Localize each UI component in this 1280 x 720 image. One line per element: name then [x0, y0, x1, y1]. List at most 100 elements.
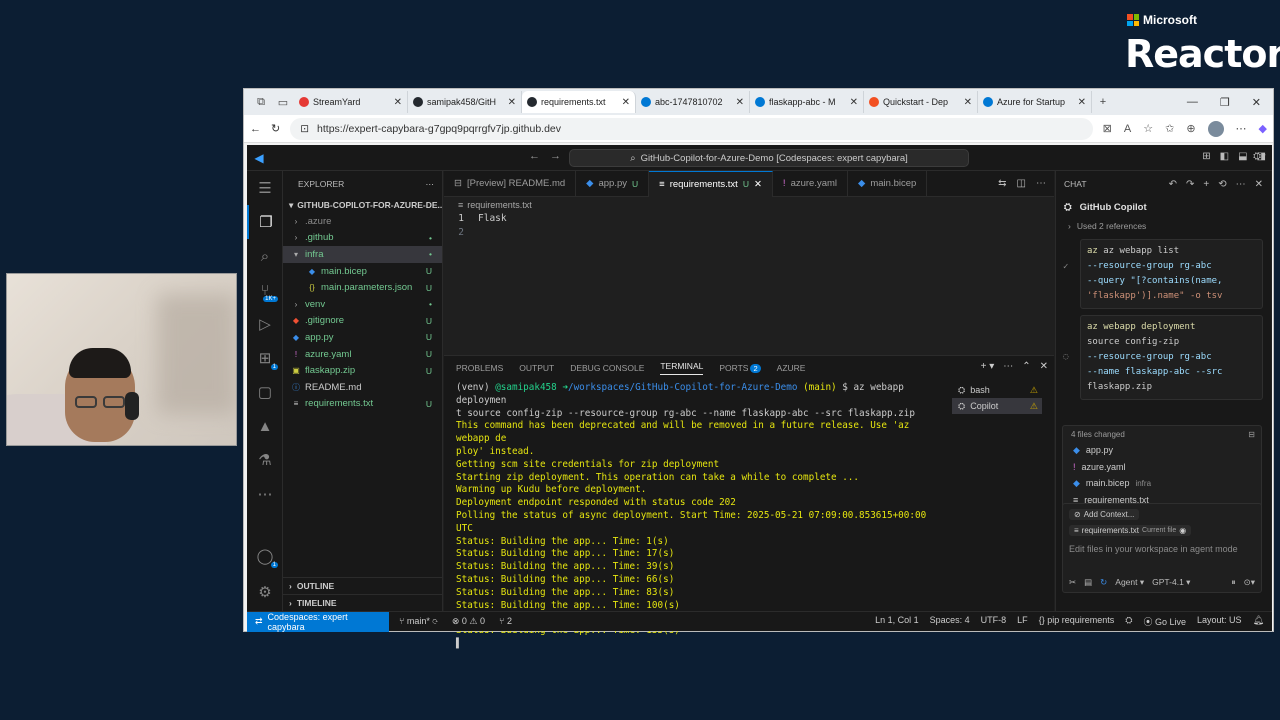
explorer-item[interactable]: ≡ requirements.txt U [283, 396, 442, 413]
indentation[interactable]: Spaces: 4 [930, 615, 970, 628]
settings-gear-icon[interactable]: ⚙ [247, 575, 283, 609]
chat-input[interactable]: ⊘ Add Context... ≡ requirements.txt Current… [1062, 503, 1262, 593]
remote-indicator[interactable]: ⇄ Codespaces: expert capybara [247, 611, 389, 632]
refresh-icon[interactable]: ↻ [271, 122, 280, 135]
minimize-icon[interactable]: — [1187, 96, 1198, 109]
editor-tab-active[interactable]: ≡ requirements.txt U ✕ [649, 170, 773, 197]
changed-file[interactable]: ! azure.yaml [1063, 459, 1261, 476]
browser-tab-active[interactable]: requirements.txt ✕ [522, 91, 636, 113]
branch-status[interactable]: ⑂ main* ⟳ [399, 616, 438, 627]
toggle-panel-icon[interactable]: ⬓ [1238, 151, 1247, 162]
tab-azure[interactable]: AZURE [777, 363, 806, 373]
changed-file[interactable]: ◆ main.bicep infra [1063, 475, 1261, 492]
editor-tab[interactable]: ⊟ [Preview] README.md [444, 170, 577, 197]
encoding[interactable]: UTF-8 [981, 615, 1007, 628]
tab-debug-console[interactable]: DEBUG CONSOLE [570, 363, 644, 373]
azure-icon[interactable]: ▲ [247, 409, 283, 443]
add-context-button[interactable]: ⊘ Add Context... [1069, 509, 1140, 520]
workspace-root[interactable]: ▾ GITHUB-COPILOT-FOR-AZURE-DE... [283, 197, 442, 213]
browser-tab[interactable]: StreamYard ✕ [294, 91, 408, 113]
terminal-session-copilot[interactable]: ⛭ Copilot ⚠ [952, 398, 1042, 414]
browser-tab[interactable]: flaskapp-abc - M ✕ [750, 91, 864, 113]
breadcrumb[interactable]: ≡ requirements.txt [444, 197, 1054, 213]
compare-changes-icon[interactable]: ⇆ [998, 178, 1006, 189]
close-tab-icon[interactable]: ✕ [964, 97, 972, 108]
ports-status[interactable]: ⑂ 2 [499, 616, 512, 627]
close-tab-icon[interactable]: ✕ [508, 97, 516, 108]
open-diff-icon[interactable]: ⊟ [1248, 430, 1255, 439]
line-ending[interactable]: LF [1017, 615, 1028, 628]
copilot-status-icon[interactable]: ⛭ [1125, 615, 1132, 628]
changed-file[interactable]: ◆ app.py [1063, 442, 1261, 459]
explorer-more-icon[interactable]: ⋯ [426, 179, 435, 190]
explorer-item[interactable]: ▾ infra • [283, 246, 442, 263]
model-dropdown[interactable]: GPT-4.1 ▾ [1152, 577, 1190, 588]
new-chat-icon[interactable]: + [1203, 179, 1209, 190]
profile-avatar[interactable] [1207, 120, 1224, 137]
explorer-item[interactable]: ◆ .gitignore U [283, 313, 442, 330]
explorer-item[interactable]: {} main.parameters.json U [283, 279, 442, 296]
code-line[interactable]: 1 Flask [444, 213, 1054, 227]
terminal-session-bash[interactable]: ⛭ bash ⚠ [952, 382, 1042, 398]
source-control-icon[interactable]: ⑂ 1K+ [247, 273, 283, 307]
explorer-item[interactable]: ▣ flaskapp.zip U [283, 362, 442, 379]
send-dropdown-icon[interactable]: ⊙▾ [1244, 577, 1255, 588]
explorer-item[interactable]: › .github • [283, 230, 442, 247]
timeline-section[interactable]: › TIMELINE [283, 594, 442, 611]
go-live[interactable]: ⦿ Go Live [1143, 615, 1186, 628]
explorer-item[interactable]: › .azure [283, 213, 442, 230]
close-tab-icon[interactable]: ✕ [754, 179, 762, 190]
browser-tab[interactable]: samipak458/GitH ✕ [408, 91, 522, 113]
current-file-chip[interactable]: ≡ requirements.txt Current file ◉ [1069, 525, 1192, 536]
remote-explorer-icon[interactable]: ▢ [247, 375, 283, 409]
explorer-item[interactable]: ! azure.yaml U [283, 346, 442, 363]
back-icon[interactable]: ← [250, 123, 261, 135]
cursor-position[interactable]: Ln 1, Col 1 [875, 615, 919, 628]
language-mode[interactable]: {} pip requirements [1039, 615, 1115, 628]
toggle-sidebar-icon[interactable]: ◧ [1220, 151, 1229, 162]
extensions-icon[interactable]: ⊠ [1103, 122, 1112, 135]
browser-tab[interactable]: abc-1747810702 ✕ [636, 91, 750, 113]
testing-icon[interactable]: ⚗ [247, 443, 283, 477]
close-tab-icon[interactable]: ✕ [394, 97, 402, 108]
notifications-icon[interactable]: 🔔︎ [1253, 615, 1264, 628]
tab-output[interactable]: OUTPUT [519, 363, 554, 373]
tab-terminal[interactable]: TERMINAL [660, 361, 704, 375]
agent-mode-icon[interactable]: ▤ [1084, 577, 1092, 588]
close-chat-icon[interactable]: ✕ [1255, 179, 1263, 190]
problems-status[interactable]: ⊗ 0 ⚠ 0 [452, 616, 485, 627]
tools-icon[interactable]: ✂ [1069, 577, 1076, 588]
restore-icon[interactable]: ❐ [1220, 96, 1230, 109]
editor-tab[interactable]: ◆ main.bicep [848, 170, 928, 197]
code-block[interactable]: ◌ az webapp deployment source config-zip… [1063, 315, 1263, 400]
browser-tab[interactable]: Quickstart - Dep ✕ [864, 91, 978, 113]
redo-icon[interactable]: ↷ [1186, 179, 1194, 190]
workspaces-icon[interactable]: ⧉ [250, 92, 272, 112]
favorite-star-icon[interactable]: ☆ [1143, 122, 1153, 135]
history-icon[interactable]: ⟲ [1218, 179, 1226, 190]
mode-dropdown[interactable]: Agent ▾ [1115, 577, 1144, 588]
tab-actions-icon[interactable]: ▭ [272, 92, 294, 112]
nav-forward-icon[interactable]: → [550, 150, 571, 162]
tab-ports[interactable]: PORTS 2 [719, 363, 761, 373]
browser-tab[interactable]: Azure for Startup ✕ [978, 91, 1092, 113]
new-tab-icon[interactable]: + [1092, 92, 1114, 112]
keyboard-layout[interactable]: Layout: US [1197, 615, 1242, 628]
command-center[interactable]: ⌕ GitHub-Copilot-for-Azure-Demo [Codespa… [569, 149, 969, 167]
explorer-item[interactable]: ◆ app.py U [283, 329, 442, 346]
more-icon[interactable]: ⋯ [247, 477, 283, 511]
pause-icon[interactable]: ⏸ [1231, 577, 1235, 588]
collections-icon[interactable]: ⊕ [1186, 122, 1195, 135]
more-options-icon[interactable]: ⋯ [1236, 122, 1247, 135]
code-block[interactable]: ✓ az az webapp list --resource-group rg-… [1063, 239, 1263, 309]
close-tab-icon[interactable]: ✕ [850, 97, 858, 108]
code-line[interactable]: 2 [444, 227, 1054, 241]
used-references[interactable]: › Used 2 references [1056, 217, 1271, 235]
tab-problems[interactable]: PROBLEMS [456, 363, 503, 373]
new-terminal-icon[interactable]: + ▾ [981, 361, 995, 372]
chat-input-placeholder[interactable]: Edit files in your workspace in agent mo… [1063, 536, 1261, 554]
maximize-panel-icon[interactable]: ⌃ [1022, 361, 1030, 372]
editor-tab[interactable]: ! azure.yaml [773, 170, 849, 197]
chat-more-icon[interactable]: ⋯ [1236, 179, 1246, 190]
close-tab-icon[interactable]: ✕ [736, 97, 744, 108]
